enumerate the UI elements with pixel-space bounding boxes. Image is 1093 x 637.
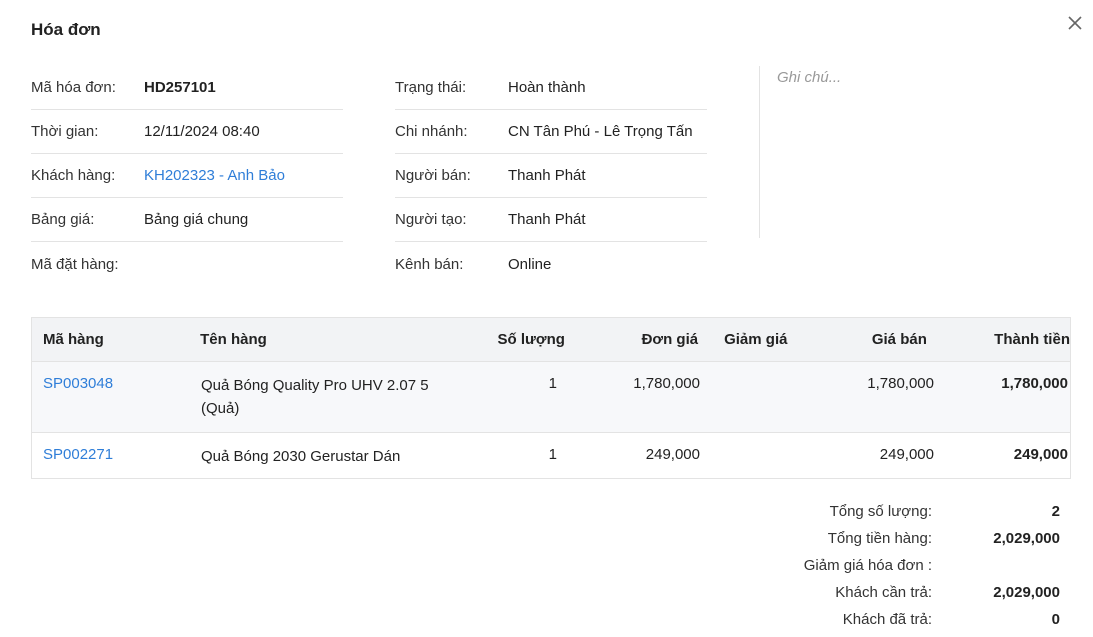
close-icon[interactable] xyxy=(1064,12,1086,34)
summary-value: 0 xyxy=(1051,611,1060,628)
header-sale-price: Giá bán xyxy=(871,331,927,348)
summary-amount-paid: Khách đã trả: 0 xyxy=(740,606,1060,633)
header-total: Thành tiền xyxy=(994,331,1070,348)
branch-value: CN Tân Phú - Lê Trọng Tấn xyxy=(508,123,693,140)
info-row-price-list: Bảng giá: Bảng giá chung xyxy=(31,198,343,242)
note-field[interactable]: Ghi chú... xyxy=(777,69,841,86)
note-divider xyxy=(759,66,760,238)
info-row-status: Trạng thái: Hoàn thành xyxy=(395,66,707,110)
channel-value: Online xyxy=(508,255,552,273)
header-code: Mã hàng xyxy=(43,331,104,348)
summary-label: Giảm giá hóa đơn : xyxy=(803,557,932,574)
summary-value: 2 xyxy=(1051,503,1060,520)
product-name: Quả Bóng 2030 Gerustar Dán xyxy=(201,448,401,465)
summary-invoice-discount: Giảm giá hóa đơn : xyxy=(740,552,1060,579)
table-header: Mã hàng Tên hàng Số lượng Đơn giá Giảm g… xyxy=(32,318,1070,362)
info-row-seller: Người bán: Thanh Phát xyxy=(395,154,707,198)
table-row: SP003048 Quả Bóng Quality Pro UHV 2.07 5… xyxy=(32,362,1070,433)
info-row-channel: Kênh bán: Online xyxy=(395,242,707,286)
product-sale-price: 249,000 xyxy=(879,446,934,463)
summary-label: Khách cần trả: xyxy=(835,584,932,601)
product-qty: 1 xyxy=(548,375,557,392)
info-row-branch: Chi nhánh: CN Tân Phú - Lê Trọng Tấn xyxy=(395,110,707,154)
items-table: Mã hàng Tên hàng Số lượng Đơn giá Giảm g… xyxy=(31,317,1071,479)
modal-title: Hóa đơn xyxy=(31,20,101,39)
seller-value: Thanh Phát xyxy=(508,167,586,184)
invoice-info-mid: Trạng thái: Hoàn thành Chi nhánh: CN Tân… xyxy=(395,66,707,286)
invoice-summary: Tổng số lượng: 2 Tổng tiền hàng: 2,029,0… xyxy=(740,498,1060,633)
header-discount: Giảm giá xyxy=(724,331,788,348)
summary-total-goods: Tổng tiền hàng: 2,029,000 xyxy=(740,525,1060,552)
product-name: Quả Bóng Quality Pro UHV 2.07 5 (Quả) xyxy=(201,377,429,417)
product-discount xyxy=(700,362,790,432)
product-total: 249,000 xyxy=(1013,446,1068,463)
header-price: Đơn giá xyxy=(641,331,699,348)
summary-total-qty: Tổng số lượng: 2 xyxy=(740,498,1060,525)
header-qty: Số lượng xyxy=(497,331,565,348)
header-name: Tên hàng xyxy=(200,331,267,348)
product-qty: 1 xyxy=(548,446,557,463)
info-label: Thời gian: xyxy=(31,123,99,140)
summary-label: Khách đã trả: xyxy=(842,611,932,628)
customer-link[interactable]: KH202323 - Anh Bảo xyxy=(144,167,285,184)
product-discount xyxy=(700,433,790,478)
info-label: Khách hàng: xyxy=(31,167,116,184)
product-price: 249,000 xyxy=(645,446,700,463)
invoice-time: 12/11/2024 08:40 xyxy=(144,123,260,140)
product-code-link[interactable]: SP002271 xyxy=(32,433,190,478)
product-code-link[interactable]: SP003048 xyxy=(32,362,190,432)
info-row-order-code: Mã đặt hàng: xyxy=(31,242,343,286)
info-label: Mã hóa đơn: xyxy=(31,79,116,96)
info-label: Bảng giá: xyxy=(31,211,95,228)
creator-value: Thanh Phát xyxy=(508,211,586,228)
summary-label: Tổng tiền hàng: xyxy=(827,530,932,547)
info-label: Trạng thái: xyxy=(395,79,467,96)
product-total: 1,780,000 xyxy=(1001,375,1068,392)
summary-value: 2,029,000 xyxy=(993,584,1060,601)
summary-label: Tổng số lượng: xyxy=(829,503,932,520)
info-label: Kênh bán: xyxy=(395,255,464,273)
summary-value: 2,029,000 xyxy=(993,530,1060,547)
invoice-code: HD257101 xyxy=(144,79,216,96)
info-label: Người tạo: xyxy=(395,211,467,228)
info-row-invoice-code: Mã hóa đơn: HD257101 xyxy=(31,66,343,110)
info-label: Mã đặt hàng: xyxy=(31,255,119,273)
info-label: Người bán: xyxy=(395,167,471,184)
product-sale-price: 1,780,000 xyxy=(867,375,934,392)
price-list: Bảng giá chung xyxy=(144,211,249,228)
status-value: Hoàn thành xyxy=(508,79,586,96)
invoice-info-left: Mã hóa đơn: HD257101 Thời gian: 12/11/20… xyxy=(31,66,343,286)
info-label: Chi nhánh: xyxy=(395,123,468,140)
summary-amount-due: Khách cần trả: 2,029,000 xyxy=(740,579,1060,606)
table-row: SP002271 Quả Bóng 2030 Gerustar Dán 1 24… xyxy=(32,433,1070,478)
product-price: 1,780,000 xyxy=(633,375,700,392)
info-row-customer: Khách hàng: KH202323 - Anh Bảo xyxy=(31,154,343,198)
invoice-modal: Hóa đơn Mã hóa đơn: HD257101 Thời gian: … xyxy=(0,0,1093,637)
info-row-time: Thời gian: 12/11/2024 08:40 xyxy=(31,110,343,154)
info-row-creator: Người tạo: Thanh Phát xyxy=(395,198,707,242)
